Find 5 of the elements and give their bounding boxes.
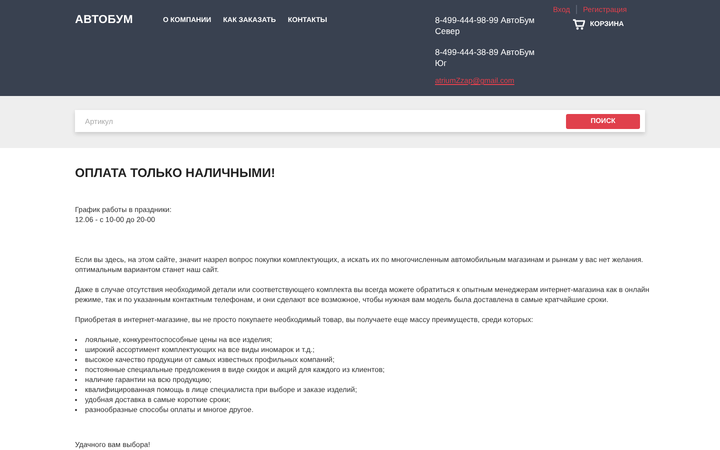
page-title: ОПЛАТА ТОЛЬКО НАЛИЧНЫМИ! [75, 168, 276, 178]
phone-number: 8-499-444-38-89 АвтоБум Юг [435, 47, 536, 69]
logo[interactable]: АВТОБУМ [75, 14, 163, 26]
cart-icon [573, 19, 585, 30]
phone-number: 8-499-444-98-99 АвтоБум Север [435, 15, 536, 37]
